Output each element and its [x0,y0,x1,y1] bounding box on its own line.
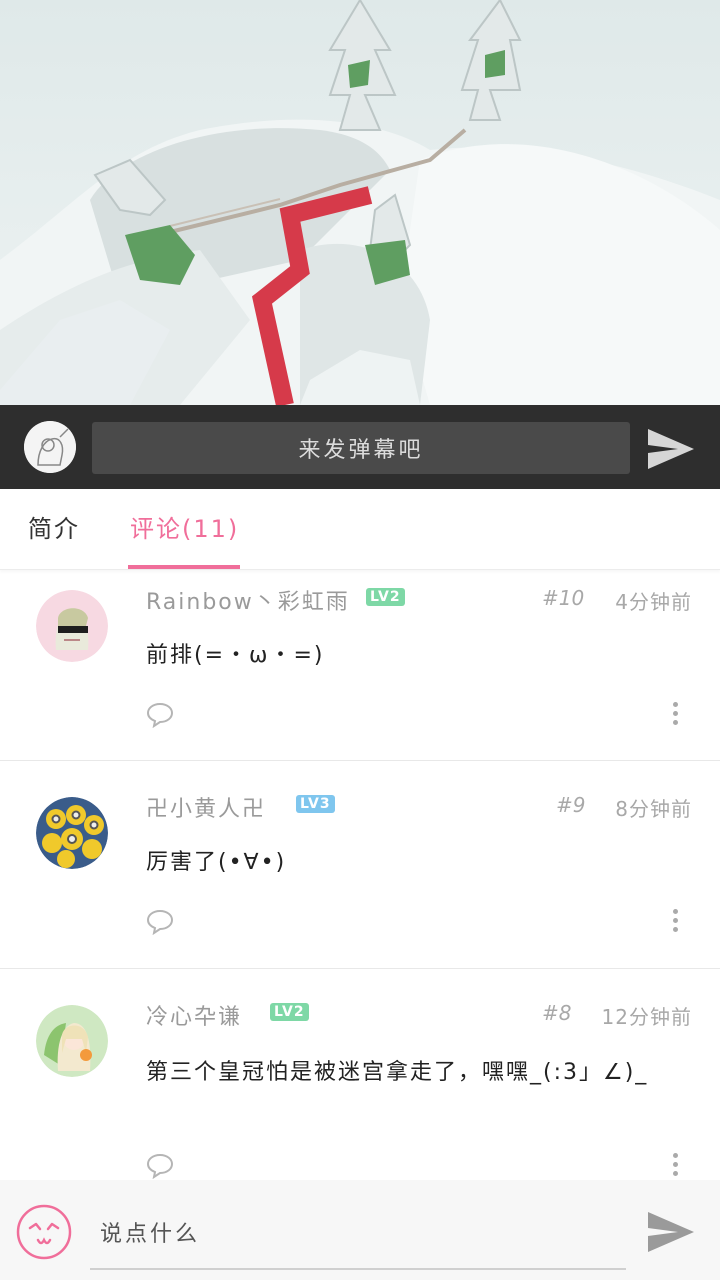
level-badge: LV3 [296,795,335,813]
video-frame [0,0,720,405]
dot [673,927,678,932]
comment-item: 卍小黄人卍 LV3 #9 8分钟前 厉害了(•∀•) [0,761,720,969]
comment-floor: #8 [542,1001,572,1025]
dot [673,1171,678,1176]
vertical-dots-icon [673,1153,678,1158]
speech-bubble-icon [146,1153,174,1180]
comment-send-button[interactable] [646,1210,696,1254]
vertical-dots-icon [673,909,678,914]
vertical-dots-icon [673,702,678,707]
level-badge: LV2 [270,1003,309,1021]
comment-composer: 说点什么 [0,1180,720,1280]
avatar[interactable] [36,1005,108,1077]
comment-item: Rainbow丶彩虹雨 LV2 #10 4分钟前 前排(=・ω・=) [0,570,720,761]
comment-input[interactable]: 说点什么 [90,1198,626,1270]
comment-floor: #9 [556,793,586,817]
danmaku-input[interactable]: 来发弹幕吧 [92,422,630,474]
tab-comments[interactable]: 评论(11) [130,489,239,569]
tab-bar: 简介 评论(11) [0,489,720,570]
tab-active-indicator [128,565,240,569]
comment-text: 第三个皇冠怕是被迷宫拿走了，嘿嘿_(:3」∠)_ [146,1060,649,1085]
dot [673,918,678,923]
comment-username[interactable]: 冷心卆谦 [146,999,242,1031]
comment-list[interactable]: Rainbow丶彩虹雨 LV2 #10 4分钟前 前排(=・ω・=) 卍小黄人卍… [0,570,720,1180]
more-options-button[interactable] [672,702,680,728]
smiley-face-icon [16,1204,72,1260]
reply-button[interactable] [146,702,174,729]
emoji-button[interactable] [16,1204,72,1260]
comment-username[interactable]: 卍小黄人卍 [146,791,266,823]
comment-item: 冷心卆谦 LV2 #8 12分钟前 第三个皇冠怕是被迷宫拿走了，嘿嘿_(:3」∠… [0,969,720,1180]
more-options-button[interactable] [672,909,680,935]
dot [673,711,678,716]
avatar[interactable] [36,797,108,869]
danmaku-send-button[interactable] [646,427,696,471]
reply-button[interactable] [146,909,174,936]
comment-time: 4分钟前 [615,590,692,614]
video-player[interactable] [0,0,720,405]
dot [673,720,678,725]
comment-text: 厉害了(•∀•) [146,850,287,875]
paper-plane-icon [648,429,694,469]
comment-time: 8分钟前 [615,797,692,821]
comment-time: 12分钟前 [601,1005,692,1029]
dot [673,1162,678,1167]
comment-placeholder: 说点什么 [100,1222,201,1247]
paper-plane-icon [648,1212,694,1252]
comment-text: 前排(=・ω・=) [146,643,325,668]
comment-floor: #10 [542,586,585,610]
speech-bubble-icon [146,909,174,936]
speech-bubble-icon [146,702,174,729]
my-avatar[interactable] [24,421,76,473]
danmaku-bar: 来发弹幕吧 [0,405,720,489]
more-options-button[interactable] [672,1153,680,1179]
danmaku-placeholder: 来发弹幕吧 [298,438,424,463]
tab-intro[interactable]: 简介 [28,489,80,569]
comment-username[interactable]: Rainbow丶彩虹雨 [146,584,350,616]
avatar[interactable] [36,590,108,662]
reply-button[interactable] [146,1153,174,1180]
level-badge: LV2 [366,588,405,606]
